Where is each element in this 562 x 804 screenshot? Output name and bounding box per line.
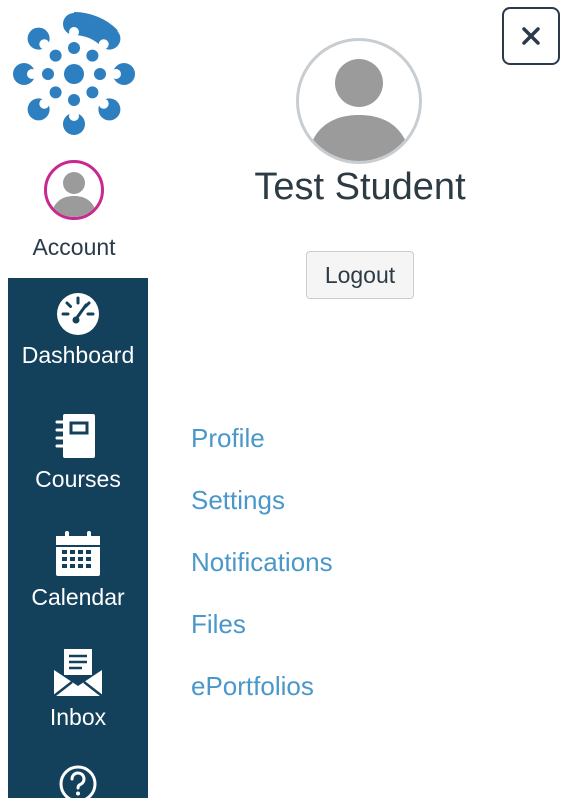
nav-courses[interactable]: Courses [8,412,148,493]
link-eportfolios[interactable]: ePortfolios [191,666,333,728]
link-profile[interactable]: Profile [191,418,333,480]
nav-account-label: Account [32,234,116,260]
nav-inbox-label: Inbox [49,704,107,730]
nav-account[interactable]: Account [0,160,148,278]
dashboard-icon [57,293,99,335]
nav-calendar[interactable]: Calendar [8,530,148,611]
close-icon [522,27,540,45]
logout-button[interactable]: Logout [306,251,414,299]
user-name: Test Student [254,166,466,208]
nav-inbox[interactable]: Inbox [8,648,148,731]
account-links: Profile Settings Notifications Files ePo… [191,418,333,728]
nav-dashboard[interactable]: Dashboard [8,292,148,369]
user-avatar-icon [51,172,97,217]
user-avatar-icon [307,59,411,161]
nav-calendar-label: Calendar [31,584,125,610]
link-settings[interactable]: Settings [191,480,333,542]
canvas-logo-icon[interactable] [10,10,138,138]
nav-courses-label: Courses [35,466,121,492]
link-files[interactable]: Files [191,604,333,666]
global-nav-header: Account [0,0,148,278]
global-nav: Dashboard Courses Calendar Inbox [8,278,148,803]
account-avatar [44,160,104,220]
link-notifications[interactable]: Notifications [191,542,333,604]
inbox-icon [53,649,103,697]
courses-book-icon [55,414,95,458]
close-tray-button[interactable] [502,7,560,65]
nav-help[interactable] [8,764,148,804]
calendar-icon [56,531,100,576]
nav-dashboard-label: Dashboard [21,342,135,368]
profile-avatar [296,38,422,164]
help-question-icon [59,765,97,803]
